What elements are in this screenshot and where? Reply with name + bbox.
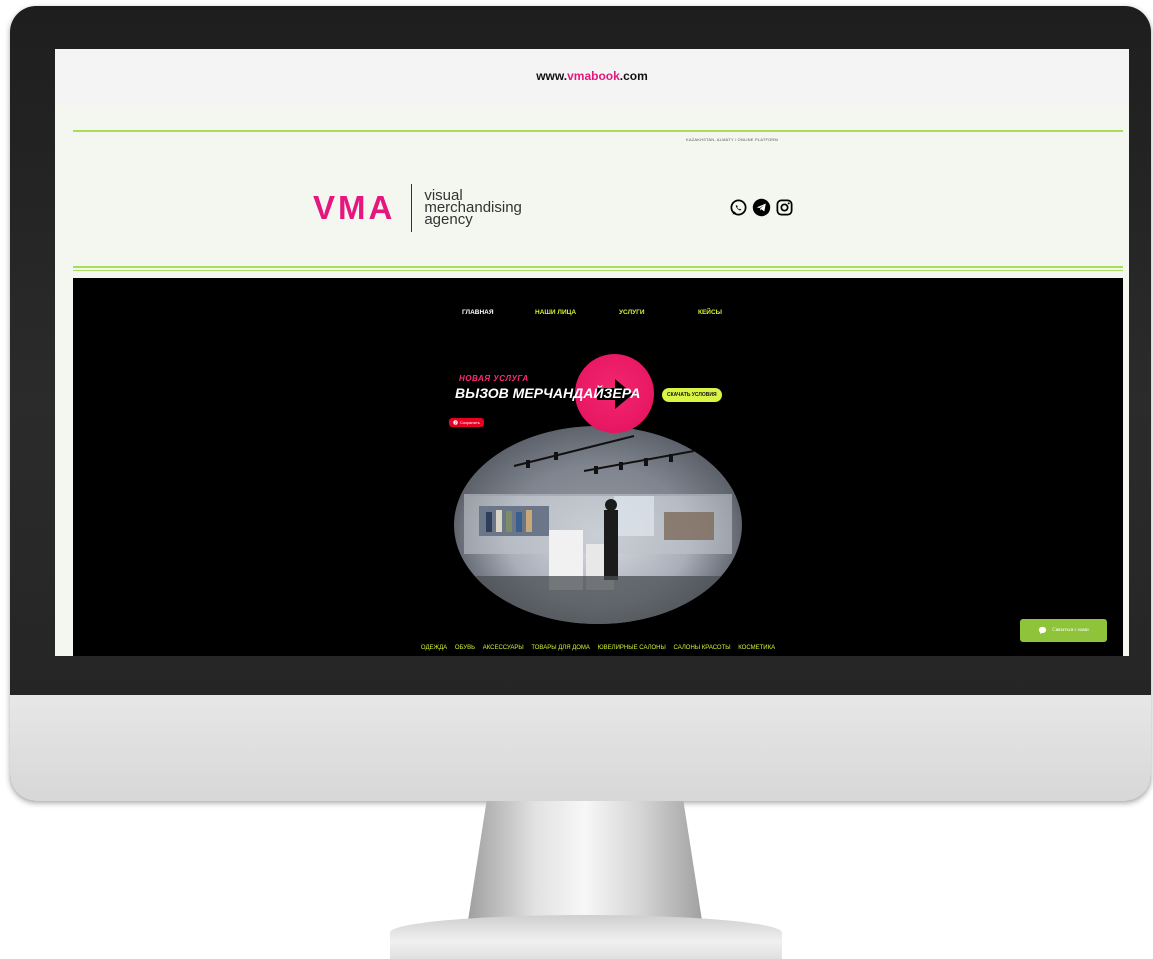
screen: www.vmabook.com KAZAKHSTAN, ALMATY / ONL… [55, 49, 1129, 656]
logo-tagline: visual merchandising agency [424, 188, 522, 227]
site-header: KAZAKHSTAN, ALMATY / ONLINE PLATFORM VMA… [55, 131, 1129, 271]
logo-wordmark: VMA [313, 189, 396, 226]
chat-widget-button[interactable]: Связаться с нами [1020, 619, 1107, 642]
url-banner: www.vmabook.com [55, 49, 1129, 105]
download-terms-button[interactable]: СКАЧАТЬ УСЛОВИЯ [662, 388, 722, 402]
site-logo[interactable]: VMA visual merchandising agency [313, 183, 522, 233]
main-nav: ГЛАВНАЯ НАШИ ЛИЦА УСЛУГИ КЕЙСЫ [73, 309, 1123, 321]
category-menu: ОДЕЖДА ОБУВЬ АКСЕССУАРЫ ТОВАРЫ ДЛЯ ДОМА … [73, 645, 1123, 651]
nav-item-services[interactable]: УСЛУГИ [619, 309, 645, 316]
nav-item-home[interactable]: ГЛАВНАЯ [462, 309, 494, 316]
category-link[interactable]: ОДЕЖДА [421, 645, 447, 651]
category-link[interactable]: ОБУВЬ [455, 645, 475, 651]
telegram-icon[interactable] [751, 197, 771, 217]
promo-kicker: НОВАЯ УСЛУГА [459, 374, 529, 383]
promo-title: ВЫЗОВ МЕРЧАНДАЙЗЕРА [455, 385, 641, 401]
url-prefix: www. [536, 69, 568, 83]
url-accent: vmabook [567, 69, 620, 83]
store-interior-image [454, 426, 742, 624]
chat-bubble-icon [1039, 626, 1047, 635]
logo-divider [411, 184, 413, 232]
whatsapp-icon[interactable] [728, 197, 748, 217]
location-text: KAZAKHSTAN, ALMATY / ONLINE PLATFORM [686, 137, 779, 142]
divider-bottom [73, 266, 1123, 268]
social-links [728, 197, 794, 217]
divider-bottom-thin [73, 270, 1123, 271]
nav-item-team[interactable]: НАШИ ЛИЦА [535, 309, 576, 316]
url-suffix: .com [619, 69, 648, 83]
category-link[interactable]: САЛОНЫ КРАСОТЫ [674, 645, 731, 651]
pinterest-icon [453, 420, 458, 425]
store-photo [454, 426, 742, 624]
category-link[interactable]: КОСМЕТИКА [738, 645, 775, 651]
monitor-frame: www.vmabook.com KAZAKHSTAN, ALMATY / ONL… [10, 6, 1151, 801]
monitor-stand-base [390, 915, 782, 959]
hero-section: ГЛАВНАЯ НАШИ ЛИЦА УСЛУГИ КЕЙСЫ НОВАЯ УСЛ… [73, 278, 1123, 656]
category-link[interactable]: АКСЕССУАРЫ [483, 645, 524, 651]
nav-item-cases[interactable]: КЕЙСЫ [698, 309, 722, 316]
category-link[interactable]: ЮВЕЛИРНЫЕ САЛОНЫ [598, 645, 666, 651]
chat-label: Связаться с нами [1052, 628, 1089, 633]
category-link[interactable]: ТОВАРЫ ДЛЯ ДОМА [531, 645, 590, 651]
instagram-icon[interactable] [774, 197, 794, 217]
monitor-chin [10, 695, 1151, 801]
